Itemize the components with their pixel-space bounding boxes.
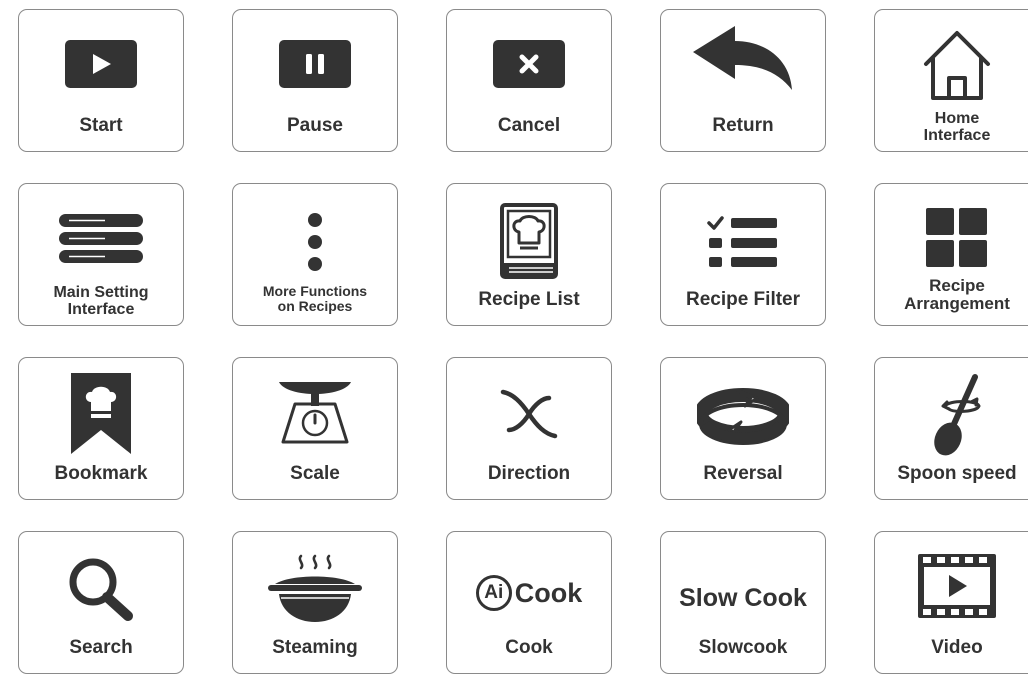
- spoon-speed-tile[interactable]: Spoon speed: [874, 357, 1028, 500]
- tile-label: Steaming: [272, 637, 358, 658]
- tile-label: Reversal: [703, 463, 783, 484]
- search-icon: [19, 556, 183, 622]
- more-functions-tile[interactable]: More Functions on Recipes: [232, 183, 398, 326]
- ai-badge: Ai: [475, 575, 512, 611]
- tile-label: Main Setting Interface: [53, 284, 149, 318]
- tile-label: Cook: [505, 637, 553, 658]
- tile-label: Recipe List: [478, 289, 580, 310]
- scale-icon: [233, 378, 397, 446]
- video-tile[interactable]: Video: [874, 531, 1028, 674]
- home-icon: [875, 28, 1028, 102]
- slowcook-tile[interactable]: Slow Cook Slowcook: [660, 531, 826, 674]
- tile-label: More Functions on Recipes: [262, 283, 368, 314]
- return-arrow-icon: [661, 24, 825, 94]
- cook-tile[interactable]: Ai Cook Cook: [446, 531, 612, 674]
- tile-label: Recipe Arrangement: [904, 276, 1010, 313]
- scale-tile[interactable]: Scale: [232, 357, 398, 500]
- cook-wordmark: Cook: [514, 577, 583, 608]
- search-tile[interactable]: Search: [18, 531, 184, 674]
- play-icon: [19, 40, 183, 88]
- recipe-book-icon: [447, 202, 611, 280]
- steaming-pot-icon: [233, 554, 397, 626]
- direction-tile[interactable]: Direction: [446, 357, 612, 500]
- tile-label: Return: [712, 115, 774, 136]
- start-tile[interactable]: Start: [18, 9, 184, 152]
- pause-icon: [233, 40, 397, 88]
- tile-label: Spoon speed: [897, 463, 1017, 484]
- tile-label: Video: [931, 637, 983, 658]
- more-vertical-icon: [233, 212, 397, 272]
- main-setting-tile[interactable]: Main Setting Interface: [18, 183, 184, 326]
- grid-icon: [875, 208, 1028, 268]
- tile-label: Recipe Filter: [685, 289, 801, 310]
- slow-cook-icon: Slow Cook: [679, 584, 807, 612]
- icon-legend-grid: Start Pause Cancel Return Home Interface…: [0, 0, 1028, 674]
- recipe-list-tile[interactable]: Recipe List: [446, 183, 612, 326]
- tile-label: Cancel: [497, 115, 561, 136]
- spoon-speed-icon: [875, 372, 1028, 458]
- tile-label: Slowcook: [698, 637, 788, 658]
- cancel-tile[interactable]: Cancel: [446, 9, 612, 152]
- tile-label: Scale: [290, 463, 340, 484]
- ai-cook-icon: Ai Cook: [447, 575, 611, 611]
- video-film-icon: [875, 554, 1028, 618]
- settings-bars-icon: [19, 214, 183, 264]
- return-tile[interactable]: Return: [660, 9, 826, 152]
- recipe-filter-tile[interactable]: Recipe Filter: [660, 183, 826, 326]
- bookmark-chef-icon: [19, 372, 183, 456]
- blade-direction-icon: [447, 386, 611, 442]
- close-icon: [447, 40, 611, 88]
- steaming-tile[interactable]: Steaming: [232, 531, 398, 674]
- tile-label: Start: [79, 115, 123, 136]
- reversal-icon: [661, 384, 825, 448]
- tile-label: Bookmark: [54, 463, 148, 484]
- reversal-tile[interactable]: Reversal: [660, 357, 826, 500]
- tile-label: Search: [69, 637, 133, 658]
- tile-label: Home Interface: [923, 110, 991, 144]
- bookmark-tile[interactable]: Bookmark: [18, 357, 184, 500]
- recipe-arrangement-tile[interactable]: Recipe Arrangement: [874, 183, 1028, 326]
- tile-label: Pause: [287, 115, 343, 136]
- home-tile[interactable]: Home Interface: [874, 9, 1028, 152]
- pause-tile[interactable]: Pause: [232, 9, 398, 152]
- tile-label: Direction: [487, 463, 571, 484]
- checklist-filter-icon: [661, 216, 825, 270]
